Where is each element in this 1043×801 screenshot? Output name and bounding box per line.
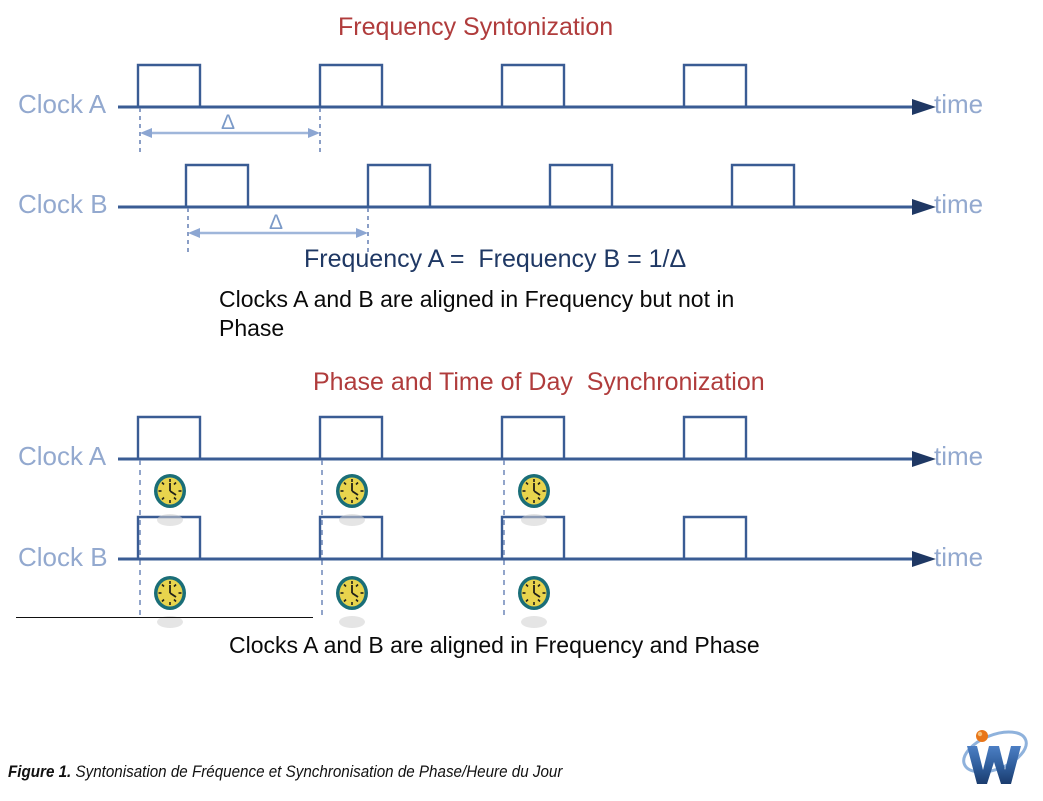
label-bottom-clock-b: Clock B [18, 542, 108, 572]
clock-icon [336, 576, 368, 628]
sync-alignment-lines [139, 460, 505, 615]
delta-symbol-top-clock-a: Δ [221, 111, 236, 134]
logo-dot-highlight-icon [977, 731, 983, 737]
clock-icon [154, 474, 186, 526]
figure-root: Frequency Syntonization Clock A Clock B … [0, 0, 1043, 801]
section-title-phase-tod-synchronization: Phase and Time of Day Synchronization [313, 368, 765, 396]
bottom-clock-a-waveform [118, 415, 936, 467]
formula-frequency-equality: Frequency A = Frequency B = 1/Δ [304, 245, 687, 273]
axis-label-bottom-clock-b-time: time [934, 542, 984, 572]
company-logo [962, 730, 1028, 784]
figure-caption-prefix: Figure 1. [8, 763, 72, 781]
figure-caption-text: Syntonisation de Fréquence et Synchronis… [71, 763, 563, 781]
frequency-syntonization-diagram [118, 63, 936, 252]
clock-icon [336, 474, 368, 526]
axis-label-top-clock-b-time: time [934, 189, 984, 219]
label-top-clock-a: Clock A [18, 89, 107, 119]
axis-label-bottom-clock-a-time: time [934, 441, 984, 471]
description-frequency-syntonization: Clocks A and B are aligned in Frequency … [219, 286, 735, 341]
clock-icon [154, 576, 186, 628]
top-clock-b-waveform [118, 163, 936, 215]
label-top-clock-b: Clock B [18, 189, 108, 219]
delta-symbol-top-clock-b: Δ [269, 211, 284, 234]
logo-letter-w [967, 746, 1021, 784]
description-phase-tod-synchronization: Clocks A and B are aligned in Frequency … [229, 632, 760, 658]
top-clock-a-waveform [118, 63, 936, 115]
clock-icon [518, 474, 550, 526]
separator-rule [16, 617, 313, 618]
figure-caption: Figure 1. Syntonisation de Fréquence et … [8, 763, 562, 782]
logo-dot-icon [976, 730, 988, 742]
axis-label-top-clock-a-time: time [934, 89, 984, 119]
label-bottom-clock-a: Clock A [18, 441, 107, 471]
clock-icon [518, 576, 550, 628]
